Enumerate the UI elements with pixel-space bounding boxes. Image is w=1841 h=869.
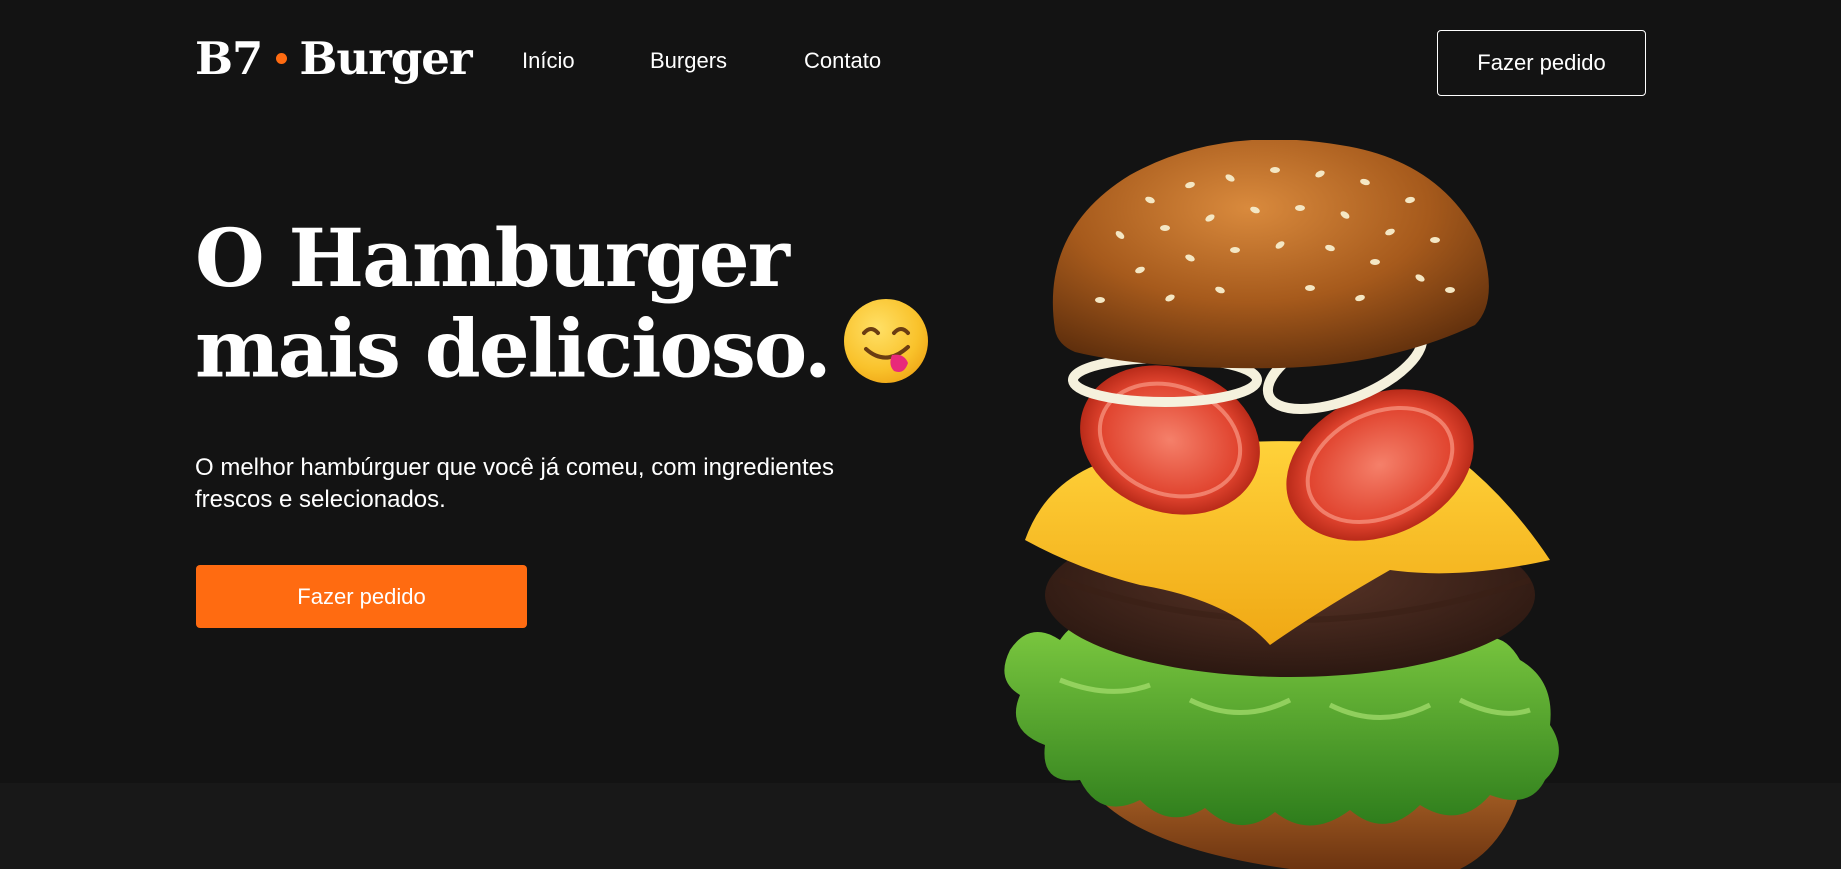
hero-title: O Hamburger mais delicioso. <box>195 213 930 408</box>
logo-dot-icon <box>276 53 288 64</box>
nav-item-inicio[interactable]: Início <box>522 48 575 74</box>
header-order-button[interactable]: Fazer pedido <box>1437 30 1646 96</box>
landing-page: B7 Burger Início Burgers Contato Fazer pe… <box>0 0 1841 869</box>
hero-order-button[interactable]: Fazer pedido <box>196 565 527 628</box>
logo[interactable]: B7 Burger <box>195 36 473 81</box>
hero-title-line-1: O Hamburger <box>195 211 790 305</box>
logo-text-left: B7 <box>195 32 263 85</box>
nav-item-contato[interactable]: Contato <box>804 48 881 74</box>
burger-image <box>1004 140 1559 869</box>
face-savoring-food-icon <box>842 297 930 402</box>
hero-title-line-2: mais delicioso. <box>195 301 832 396</box>
nav-item-burgers[interactable]: Burgers <box>650 48 727 74</box>
hero-subtitle: O melhor hambúrguer que você já comeu, c… <box>195 454 834 513</box>
logo-text-right: Burger <box>299 32 472 85</box>
